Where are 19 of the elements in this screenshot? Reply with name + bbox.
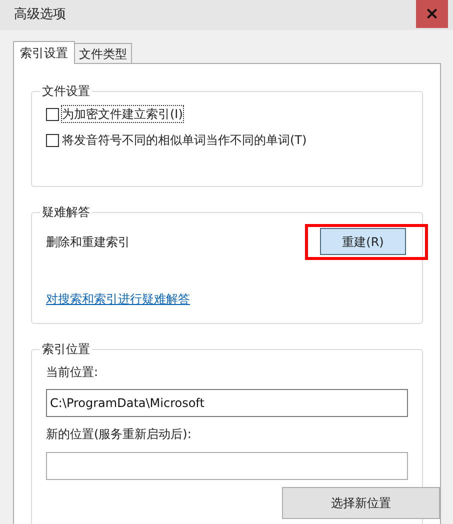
tab[interactable]: 文件类型 <box>75 43 132 63</box>
troubleshoot-link[interactable]: 对搜索和索引进行疑难解答 <box>46 290 408 308</box>
rebuild-button[interactable]: 重建(R) <box>320 228 406 255</box>
field-label: 当前位置: <box>46 364 100 381</box>
group-title: 索引位置 <box>40 341 92 357</box>
close-button[interactable]: × <box>416 0 448 28</box>
checkbox[interactable] <box>46 108 59 120</box>
checkbox-label: 为加密文件建立索引(I) <box>62 106 183 122</box>
rebuild-label: 删除和重建索引 <box>46 234 130 250</box>
checkbox-label: 将发音符号不同的相似单词当作不同的单词(T) <box>62 132 307 148</box>
current-location-field[interactable]: C:\ProgramData\Microsoft <box>46 389 408 417</box>
window-title: 高级选项 <box>14 6 66 24</box>
checkbox[interactable] <box>46 134 59 146</box>
tab[interactable]: 索引设置 <box>13 41 75 64</box>
new-location-field[interactable] <box>46 452 408 480</box>
field-label: 新的位置(服务重新启动后): <box>46 426 192 443</box>
group-title: 疑难解答 <box>40 204 92 220</box>
group-title: 文件设置 <box>40 83 92 99</box>
select-location-button[interactable]: 选择新位置 <box>282 487 440 519</box>
